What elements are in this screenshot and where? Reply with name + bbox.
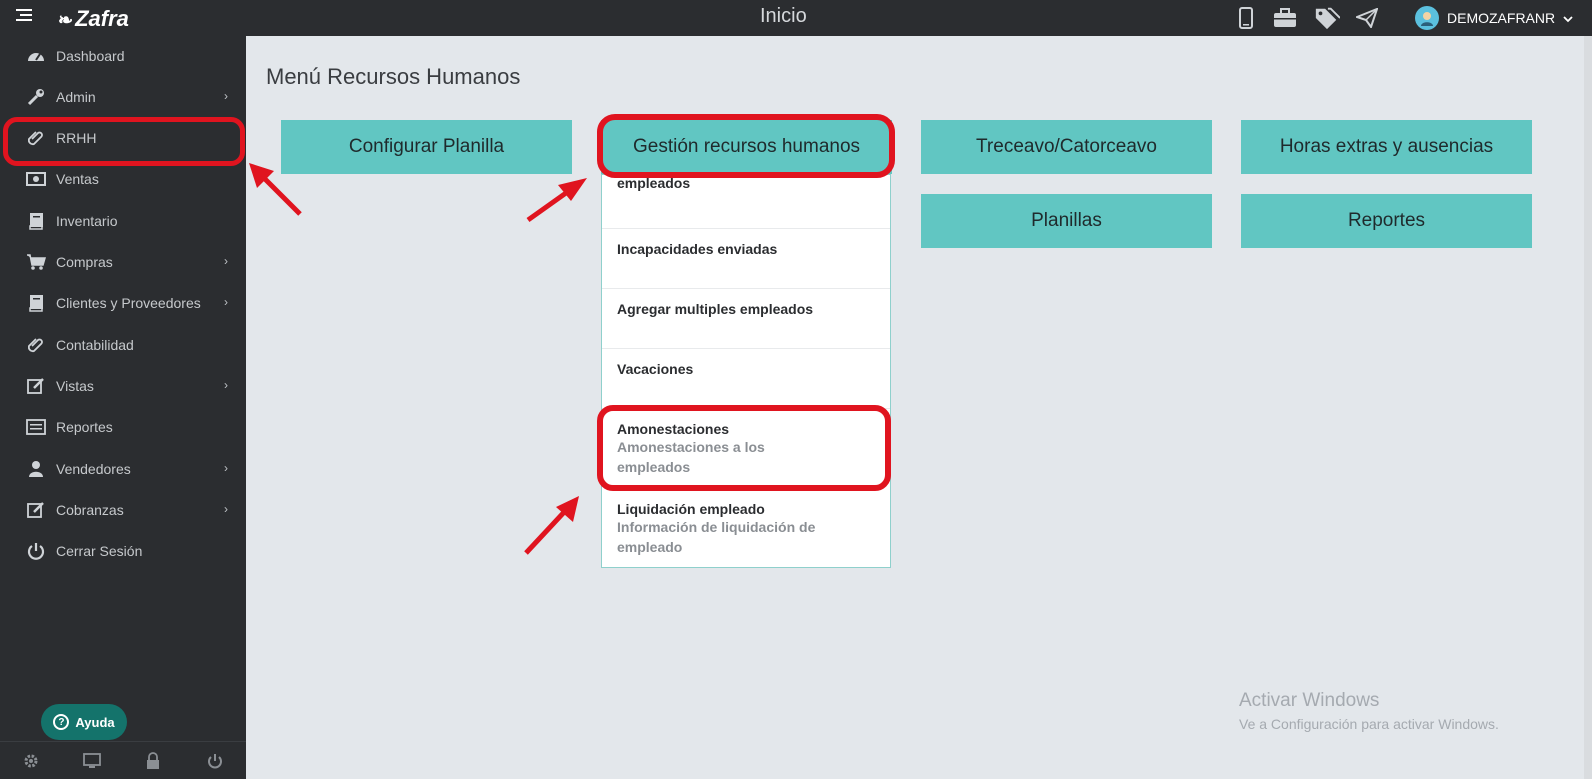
phone-icon[interactable] — [1233, 5, 1259, 31]
sidebar-item-label: Admin — [56, 89, 96, 105]
dropdown-item-empleados[interactable]: empleados — [602, 169, 890, 229]
sidebar-item-label: Dashboard — [56, 48, 125, 64]
page-scrollbar[interactable] — [1584, 36, 1592, 779]
book-icon — [26, 212, 46, 230]
money-icon — [26, 170, 46, 188]
tile-configurar-planilla[interactable]: Configurar Planilla — [281, 120, 572, 174]
sidebar-item-contabilidad[interactable]: Contabilidad — [0, 327, 246, 363]
dropdown-item-title: Liquidación empleado — [617, 501, 765, 517]
sidebar-item-compras[interactable]: Compras › — [0, 244, 246, 280]
watermark-subtitle: Ve a Configuración para activar Windows. — [1239, 716, 1499, 732]
logo-icon: ❧ — [58, 10, 74, 30]
sidebar-footer — [0, 741, 246, 779]
lock-icon[interactable] — [142, 750, 164, 772]
dropdown-item-vacaciones[interactable]: Vacaciones — [602, 349, 890, 409]
rrhh-annotation-highlight — [3, 117, 245, 166]
sidebar: Dashboard Admin › RRHH Ventas Inventario… — [0, 36, 246, 779]
dropdown-item-liquidacion[interactable]: Liquidación empleado Información de liqu… — [602, 489, 890, 569]
dropdown-item-title: Agregar multiples empleados — [617, 301, 814, 317]
dropdown-item-subtitle: Información de liquidación de empleado — [617, 519, 816, 555]
app-logo[interactable]: ❧Zafra — [58, 6, 129, 32]
top-bar: ❧Zafra Inicio DEMOZAFRANR — [0, 0, 1592, 36]
dropdown-item-title: Vacaciones — [617, 361, 694, 377]
sidebar-item-admin[interactable]: Admin › — [0, 79, 246, 115]
user-icon — [26, 460, 46, 478]
sidebar-item-vendedores[interactable]: Vendedores › — [0, 451, 246, 487]
chevron-right-icon: › — [224, 461, 228, 475]
amonestaciones-annotation-highlight — [597, 405, 891, 491]
sidebar-item-ventas[interactable]: Ventas — [0, 161, 246, 197]
book-icon — [26, 294, 46, 312]
question-icon: ? — [53, 714, 70, 730]
power-icon — [26, 542, 46, 560]
edit-icon — [26, 377, 46, 395]
list-icon — [26, 418, 46, 436]
tile-horas-extras-ausencias[interactable]: Horas extras y ausencias — [1241, 120, 1532, 174]
sidebar-item-dashboard[interactable]: Dashboard — [0, 38, 246, 74]
gear-icon[interactable] — [20, 750, 42, 772]
section-title: Menú Recursos Humanos — [266, 64, 521, 89]
sidebar-item-label: Compras — [56, 254, 113, 270]
cart-icon — [26, 253, 46, 271]
avatar — [1415, 6, 1439, 30]
paperclip-icon — [26, 336, 46, 354]
tags-icon[interactable] — [1314, 5, 1340, 31]
dropdown-item-title: Incapacidades enviadas — [617, 241, 778, 257]
help-label: Ayuda — [75, 714, 115, 730]
sidebar-item-cerrar-sesion[interactable]: Cerrar Sesión — [0, 533, 246, 569]
annotation-arrow-icon — [524, 496, 579, 555]
send-icon[interactable] — [1354, 5, 1380, 31]
user-menu[interactable]: DEMOZAFRANR — [1415, 5, 1573, 31]
chevron-right-icon: › — [224, 254, 228, 268]
hamburger-icon[interactable] — [16, 8, 36, 26]
sidebar-item-label: Vendedores — [56, 461, 131, 477]
tile-treceavo-catorceavo[interactable]: Treceavo/Catorceavo — [921, 120, 1212, 174]
gestion-annotation-highlight — [597, 114, 895, 178]
wrench-icon — [26, 88, 46, 106]
sidebar-item-cobranzas[interactable]: Cobranzas › — [0, 492, 246, 528]
sidebar-item-label: Contabilidad — [56, 337, 134, 353]
briefcase-icon[interactable] — [1272, 5, 1298, 31]
chevron-right-icon: › — [224, 378, 228, 392]
power-icon[interactable] — [204, 750, 226, 772]
dropdown-item-incapacidades[interactable]: Incapacidades enviadas — [602, 229, 890, 289]
monitor-icon[interactable] — [81, 750, 103, 772]
chevron-right-icon: › — [224, 502, 228, 516]
sidebar-item-label: Clientes y Proveedores — [56, 295, 201, 311]
help-button[interactable]: ? Ayuda — [41, 704, 127, 740]
annotation-arrow-icon — [526, 178, 587, 223]
sidebar-item-label: Reportes — [56, 419, 113, 435]
sidebar-item-inventario[interactable]: Inventario — [0, 203, 246, 239]
edit-icon — [26, 501, 46, 519]
sidebar-item-label: Vistas — [56, 378, 94, 394]
user-name: DEMOZAFRANR — [1447, 10, 1556, 26]
sidebar-item-reportes[interactable]: Reportes — [0, 409, 246, 445]
dashboard-icon — [26, 47, 46, 65]
sidebar-item-label: Ventas — [56, 171, 99, 187]
sidebar-item-label: Cerrar Sesión — [56, 543, 143, 559]
sidebar-item-clientes-proveedores[interactable]: Clientes y Proveedores › — [0, 285, 246, 321]
dropdown-item-agregar-empleados[interactable]: Agregar multiples empleados — [602, 289, 890, 349]
logo-text: Zafra — [75, 6, 129, 31]
windows-activation-watermark: Activar Windows Ve a Configuración para … — [1239, 690, 1499, 732]
chevron-right-icon: › — [224, 295, 228, 309]
page-title: Inicio — [760, 5, 807, 27]
sidebar-item-label: Inventario — [56, 213, 118, 229]
annotation-arrow-icon — [249, 163, 302, 216]
tile-reportes[interactable]: Reportes — [1241, 194, 1532, 248]
tile-planillas[interactable]: Planillas — [921, 194, 1212, 248]
chevron-right-icon: › — [224, 89, 228, 103]
chevron-down-icon — [1563, 10, 1573, 26]
gestion-dropdown-menu: empleados Incapacidades enviadas Agregar… — [601, 174, 891, 568]
sidebar-item-vistas[interactable]: Vistas › — [0, 368, 246, 404]
watermark-title: Activar Windows — [1239, 690, 1380, 711]
sidebar-item-label: Cobranzas — [56, 502, 124, 518]
